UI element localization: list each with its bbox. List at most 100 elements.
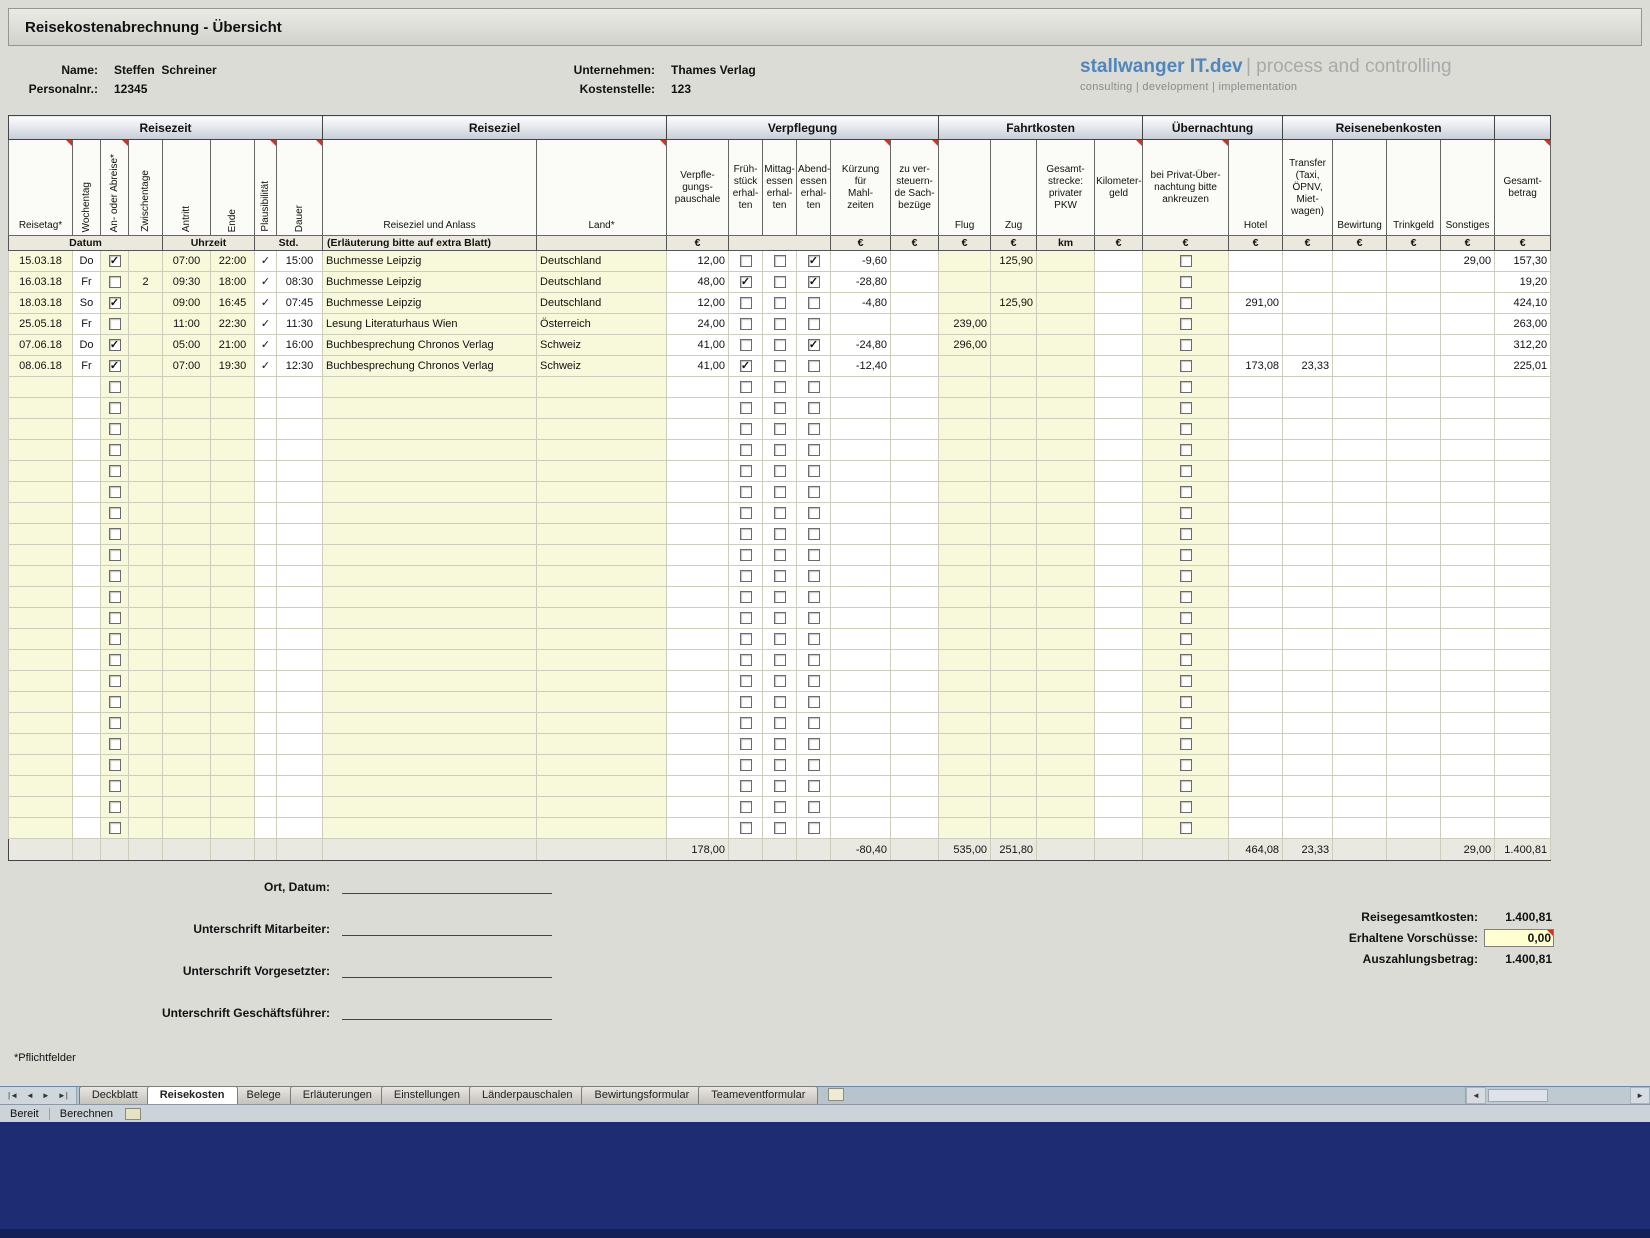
checkbox-abendessen[interactable]	[808, 549, 820, 561]
cell-gesamtbetrag[interactable]	[1495, 650, 1551, 671]
cell-kuerzung[interactable]	[831, 482, 891, 503]
cell-trinkgeld[interactable]	[1387, 398, 1441, 419]
cell-verpflegung[interactable]: 24,00	[667, 314, 729, 335]
cell-reisetag[interactable]: 16.03.18	[9, 272, 73, 293]
cell-abendessen[interactable]	[797, 692, 831, 713]
cell-mittagessen[interactable]	[763, 398, 797, 419]
cell-zug[interactable]	[991, 608, 1037, 629]
cell-ende[interactable]	[211, 629, 255, 650]
checkbox-anabreise[interactable]	[109, 528, 121, 540]
cell-abendessen[interactable]	[797, 650, 831, 671]
cell-mittagessen[interactable]	[763, 734, 797, 755]
cell-sachbezuege[interactable]	[891, 482, 939, 503]
cell-gesamtbetrag[interactable]	[1495, 734, 1551, 755]
cell-kuerzung[interactable]	[831, 503, 891, 524]
cell-kuerzung[interactable]	[831, 461, 891, 482]
cell-zug[interactable]	[991, 818, 1037, 839]
cell-mittagessen[interactable]	[763, 587, 797, 608]
cell-transfer[interactable]	[1283, 713, 1333, 734]
cell-land[interactable]	[537, 524, 667, 545]
cell-fruehstueck[interactable]	[729, 629, 763, 650]
cell-zug[interactable]	[991, 377, 1037, 398]
cell-hotel[interactable]	[1229, 692, 1283, 713]
cell-flug[interactable]	[939, 692, 991, 713]
cell-sachbezuege[interactable]	[891, 818, 939, 839]
cell-transfer[interactable]	[1283, 251, 1333, 272]
cell-zug[interactable]	[991, 314, 1037, 335]
cell-sachbezuege[interactable]	[891, 398, 939, 419]
cell-dauer[interactable]: 12:30	[277, 356, 323, 377]
checkbox-anabreise[interactable]	[109, 654, 121, 666]
cell-reiseziel[interactable]	[323, 818, 537, 839]
cell-plausibilitaet[interactable]	[255, 608, 277, 629]
cell-sachbezuege[interactable]	[891, 713, 939, 734]
cell-dauer[interactable]	[277, 566, 323, 587]
checkbox-fruehstueck[interactable]	[740, 381, 752, 393]
cell-privatuebernachtung[interactable]	[1143, 440, 1229, 461]
cell-reiseziel[interactable]	[323, 629, 537, 650]
cell-reiseziel[interactable]	[323, 419, 537, 440]
cell-land[interactable]	[537, 671, 667, 692]
cell-kuerzung[interactable]	[831, 587, 891, 608]
cell-anabreise[interactable]	[101, 503, 129, 524]
checkbox-privatuebernachtung[interactable]	[1180, 570, 1192, 582]
cell-sonstiges[interactable]	[1441, 377, 1495, 398]
cell-sonstiges[interactable]	[1441, 482, 1495, 503]
tab-erl-uterungen[interactable]: Erläuterungen	[290, 1086, 385, 1104]
cell-pkw[interactable]	[1037, 629, 1095, 650]
cell-mittagessen[interactable]	[763, 377, 797, 398]
cell-trinkgeld[interactable]	[1387, 419, 1441, 440]
checkbox-privatuebernachtung[interactable]	[1180, 780, 1192, 792]
cell-mittagessen[interactable]	[763, 650, 797, 671]
cell-plausibilitaet[interactable]	[255, 797, 277, 818]
cell-ende[interactable]	[211, 587, 255, 608]
cell-land[interactable]: Schweiz	[537, 335, 667, 356]
cell-kilometergeld[interactable]	[1095, 461, 1143, 482]
cell-kuerzung[interactable]	[831, 398, 891, 419]
cell-kilometergeld[interactable]	[1095, 755, 1143, 776]
cell-pkw[interactable]	[1037, 503, 1095, 524]
cell-antritt[interactable]	[163, 545, 211, 566]
cell-wochentag[interactable]: Fr	[73, 356, 101, 377]
cell-antritt[interactable]	[163, 503, 211, 524]
cell-gesamtbetrag[interactable]	[1495, 377, 1551, 398]
cell-fruehstueck[interactable]	[729, 377, 763, 398]
cell-fruehstueck[interactable]	[729, 776, 763, 797]
cell-anabreise[interactable]	[101, 377, 129, 398]
cell-plausibilitaet[interactable]	[255, 545, 277, 566]
cell-anabreise[interactable]	[101, 482, 129, 503]
checkbox-anabreise[interactable]	[109, 675, 121, 687]
cell-anabreise[interactable]	[101, 419, 129, 440]
cell-land[interactable]	[537, 419, 667, 440]
cell-privatuebernachtung[interactable]	[1143, 734, 1229, 755]
cell-sachbezuege[interactable]	[891, 755, 939, 776]
cell-reiseziel[interactable]	[323, 608, 537, 629]
cell-antritt[interactable]	[163, 524, 211, 545]
cell-wochentag[interactable]	[73, 734, 101, 755]
cell-hotel[interactable]	[1229, 314, 1283, 335]
cell-sonstiges[interactable]	[1441, 713, 1495, 734]
cell-dauer[interactable]	[277, 734, 323, 755]
cell-sachbezuege[interactable]	[891, 671, 939, 692]
cell-hotel[interactable]	[1229, 671, 1283, 692]
cell-sonstiges[interactable]	[1441, 671, 1495, 692]
checkbox-mittagessen[interactable]	[774, 402, 786, 414]
cell-bewirtung[interactable]	[1333, 419, 1387, 440]
cell-reisetag[interactable]: 18.03.18	[9, 293, 73, 314]
cell-sachbezuege[interactable]	[891, 587, 939, 608]
cell-gesamtbetrag[interactable]	[1495, 671, 1551, 692]
cell-zug[interactable]	[991, 503, 1037, 524]
cell-reisetag[interactable]: 15.03.18	[9, 251, 73, 272]
cell-privatuebernachtung[interactable]	[1143, 776, 1229, 797]
cell-zwischentage[interactable]	[129, 356, 163, 377]
cell-reiseziel[interactable]	[323, 566, 537, 587]
cell-pkw[interactable]	[1037, 272, 1095, 293]
cell-reiseziel[interactable]	[323, 776, 537, 797]
cell-reiseziel[interactable]: Buchbesprechung Chronos Verlag	[323, 335, 537, 356]
cell-pkw[interactable]	[1037, 566, 1095, 587]
checkbox-anabreise[interactable]	[109, 822, 121, 834]
signature-line[interactable]	[342, 962, 552, 978]
cell-kilometergeld[interactable]	[1095, 587, 1143, 608]
checkbox-abendessen[interactable]	[808, 465, 820, 477]
cell-sonstiges[interactable]	[1441, 461, 1495, 482]
